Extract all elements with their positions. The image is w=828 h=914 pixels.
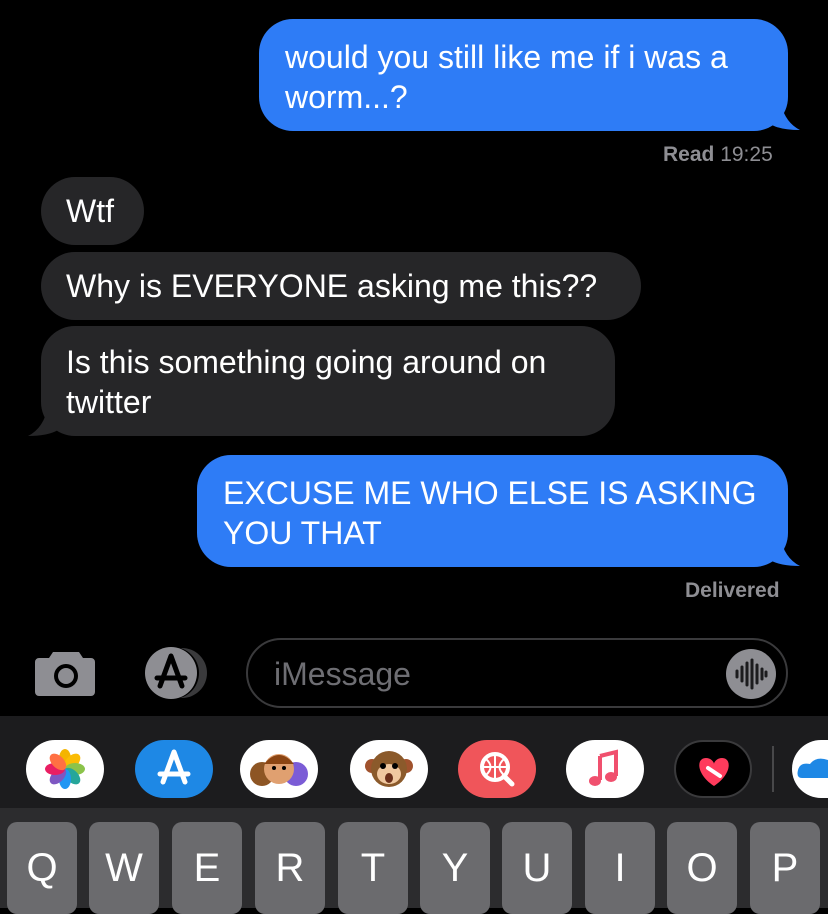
key-p[interactable]: P	[750, 822, 820, 914]
key-y[interactable]: Y	[420, 822, 490, 914]
bubble-tail	[770, 536, 800, 566]
message-text: would you still like me if i was a worm.…	[285, 39, 728, 115]
message-placeholder: iMessage	[274, 656, 411, 692]
digital-touch-heart-icon[interactable]	[674, 740, 752, 798]
cloud-app-icon[interactable]	[792, 740, 828, 798]
photos-icon[interactable]	[26, 740, 104, 798]
drawer-divider	[772, 746, 774, 792]
app-store-icon[interactable]	[138, 646, 212, 700]
app-store-icon[interactable]	[135, 740, 213, 798]
music-icon[interactable]	[566, 740, 644, 798]
message-text: Is this something going around on twitte…	[66, 344, 547, 420]
search-images-icon[interactable]	[458, 740, 536, 798]
message-text: Why is EVERYONE asking me this??	[66, 268, 598, 304]
audio-waveform-icon[interactable]	[726, 649, 776, 699]
message-text: EXCUSE ME WHO ELSE IS ASKING YOU THAT	[223, 475, 757, 551]
bubble-tail	[28, 406, 58, 436]
key-o[interactable]: O	[667, 822, 737, 914]
key-q[interactable]: Q	[7, 822, 77, 914]
key-r[interactable]: R	[255, 822, 325, 914]
camera-icon[interactable]	[35, 648, 97, 696]
received-message-bubble[interactable]: Is this something going around on twitte…	[41, 326, 615, 436]
animoji-monkey-icon[interactable]	[350, 740, 428, 798]
keyboard: Q W E R T Y U I O P	[0, 808, 828, 914]
read-label: Read	[663, 143, 715, 166]
message-text: Wtf	[66, 193, 114, 229]
bubble-tail	[770, 100, 800, 130]
delivered-label: Delivered	[685, 579, 780, 602]
read-time: 19:25	[720, 143, 773, 166]
memoji-icon[interactable]	[240, 740, 318, 798]
key-u[interactable]: U	[502, 822, 572, 914]
received-message-bubble[interactable]: Wtf	[41, 177, 144, 245]
received-message-bubble[interactable]: Why is EVERYONE asking me this??	[41, 252, 641, 320]
sent-message-bubble[interactable]: EXCUSE ME WHO ELSE IS ASKING YOU THAT	[197, 455, 788, 567]
key-e[interactable]: E	[172, 822, 242, 914]
key-t[interactable]: T	[338, 822, 408, 914]
sent-message-bubble[interactable]: would you still like me if i was a worm.…	[259, 19, 788, 131]
read-receipt: Read 19:25	[663, 143, 773, 167]
key-w[interactable]: W	[89, 822, 159, 914]
app-drawer	[0, 716, 828, 808]
message-input[interactable]: iMessage	[246, 638, 788, 708]
delivered-receipt: Delivered	[685, 579, 780, 603]
key-i[interactable]: I	[585, 822, 655, 914]
